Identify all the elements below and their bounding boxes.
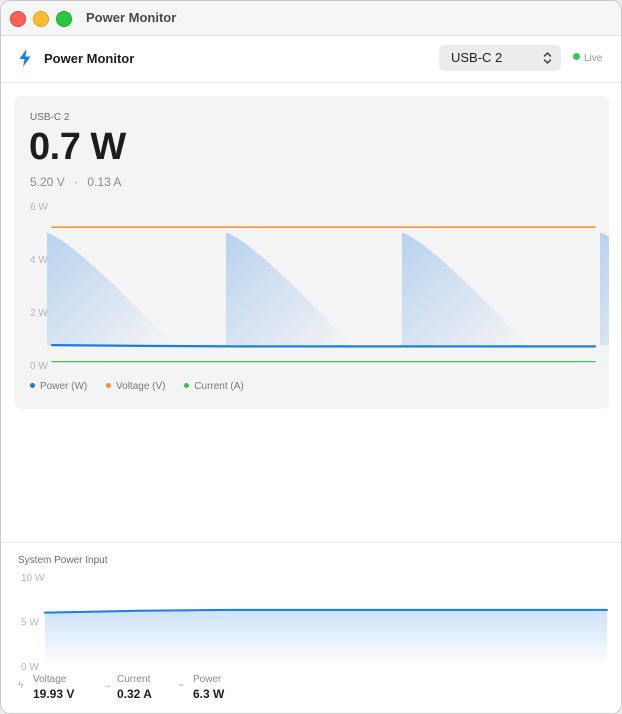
plug-icon: ⌁ <box>178 680 185 691</box>
stat-power-label: Power <box>193 674 222 685</box>
stat-current-value: 0.32 A <box>117 687 152 701</box>
legend-current-dot <box>184 383 190 388</box>
stat-current-label: Current <box>117 674 151 685</box>
system-power-area <box>45 609 607 666</box>
legend-current-label: Current (A) <box>194 381 244 392</box>
chart-legend: Power (W) Voltage (V) Current (A) <box>30 381 260 392</box>
legend-power-dot <box>30 383 35 388</box>
window-title: Power Monitor <box>86 10 177 25</box>
live-dot <box>573 53 580 60</box>
y-tick-label: 10 W <box>21 573 45 584</box>
y-tick-label: 0 W <box>21 662 39 670</box>
legend-voltage: Voltage (V) <box>106 381 166 392</box>
app-name: Power Monitor <box>44 51 135 66</box>
chart-sweep-highlight <box>402 232 527 346</box>
series-line-power <box>50 344 597 348</box>
voltage-value: 5.20 V <box>30 175 65 189</box>
legend-power: Power (W) <box>30 381 87 392</box>
chart-sweep-highlight <box>47 232 172 346</box>
port-selector-value: USB-C 2 <box>451 50 503 65</box>
current-value: 0.13 A <box>87 175 122 189</box>
voltage-current-readout: 5.20 V · 0.13 A <box>30 175 121 189</box>
app-window: Power Monitor Power Monitor USB-C 2 Live… <box>0 0 622 714</box>
port-selector[interactable]: USB-C 2 <box>439 45 561 71</box>
system-power-chart: 10 W 5 W 0 W <box>21 573 608 670</box>
stat-power-value: 6.3 W <box>193 687 225 701</box>
arrow-right-icon: → <box>102 680 112 691</box>
live-label: Live <box>584 53 603 64</box>
y-tick-label: 5 W <box>21 618 39 629</box>
legend-voltage-dot <box>106 383 112 388</box>
app-header: Power Monitor USB-C 2 Live <box>1 36 621 83</box>
y-tick-label: 2 W <box>30 308 48 319</box>
y-tick-label: 0 W <box>30 361 48 372</box>
y-tick-label: 6 W <box>30 202 48 213</box>
legend-power-label: Power (W) <box>40 381 88 392</box>
port-power-chart: 6 W 4 W 2 W 0 W <box>30 202 609 372</box>
legend-voltage-label: Voltage (V) <box>116 381 166 392</box>
readout-separator: · <box>74 175 79 189</box>
chart-sweep-highlight <box>226 232 351 346</box>
stat-voltage-label: Voltage <box>33 674 67 685</box>
up-down-chevron-icon <box>543 52 552 64</box>
device-label: USB-C 2 <box>30 112 70 123</box>
bolt-icon: ϟ <box>18 680 24 691</box>
stat-voltage-value: 19.93 V <box>33 687 75 701</box>
port-readout-card: USB-C 2 0.7 W 5.20 V · 0.13 A 6 W 4 W 2 W 0… <box>14 96 609 409</box>
title-bar: Power Monitor <box>1 1 621 36</box>
zoom-button[interactable] <box>56 11 72 27</box>
live-indicator: Live <box>573 53 602 64</box>
minimize-button[interactable] <box>33 11 49 27</box>
system-power-panel: System Power Input 10 W5 W0 W ϟ Voltage … <box>1 542 621 713</box>
chart-sweep-highlight <box>600 232 609 346</box>
legend-current: Current (A) <box>184 381 244 392</box>
bolt-icon <box>19 49 31 67</box>
close-button[interactable] <box>10 11 26 27</box>
y-tick-label: 4 W <box>30 255 48 266</box>
power-value: 0.7 W <box>29 126 126 168</box>
